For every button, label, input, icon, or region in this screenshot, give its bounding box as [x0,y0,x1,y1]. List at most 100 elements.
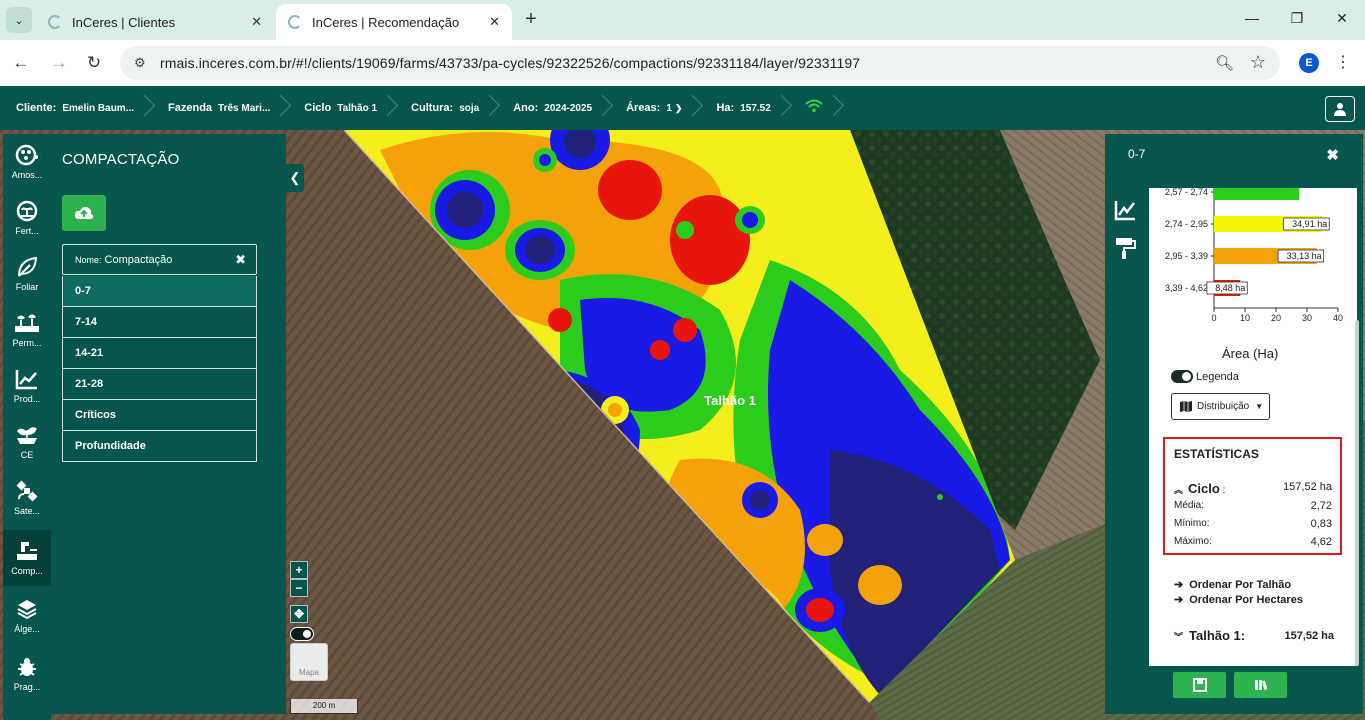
crumb-ano[interactable]: Ano: 2024-2025 [497,86,610,130]
rail-item-satellite[interactable]: Sate... [3,470,51,526]
close-icon[interactable]: ✕ [251,14,262,30]
details-side-tabs [1105,188,1149,666]
stat-label: Média: [1174,500,1205,511]
bookmark-star-icon[interactable]: ☆ [1250,52,1266,73]
browser-menu-icon[interactable]: ⋮ [1335,52,1351,72]
layers-icon [17,600,37,620]
rail-item-algae[interactable]: Álge... [3,588,51,644]
address-bar[interactable]: ⚙ rmais.inceres.com.br/#!/clients/19069/… [120,46,1280,80]
rail-label: Sate... [13,506,40,516]
chevron-down-icon: ❯ [674,102,683,113]
layer-item-7-14[interactable]: 7-14 [62,307,257,338]
rail-item-foliar[interactable]: Foliar [3,246,51,302]
restore-button[interactable]: ❐ [1287,10,1307,27]
layer-item-14-21[interactable]: 14-21 [62,338,257,369]
map-icon [1180,401,1192,412]
legend-toggle[interactable] [1171,370,1193,383]
layer-item-profundidade[interactable]: Profundidade [62,431,257,462]
save-icon [1192,678,1207,692]
stat-ciclo[interactable]: ︽ Ciclo : 157,52 ha [1174,481,1332,496]
stat-label: Ciclo [1188,481,1220,496]
zoom-out-button[interactable]: − [290,579,308,597]
chart-line-icon [1114,201,1135,221]
crumb-ciclo[interactable]: Ciclo Talhão 1 [288,86,395,130]
rail-item-sampling[interactable]: Amos... [3,134,51,190]
tab-recomendacao[interactable]: InCeres | Recomendação ✕ [276,4,512,40]
fertility-icon [16,200,38,222]
rail-label: Amos... [11,170,43,180]
zoom-icon[interactable]: 🔍︎ [1215,54,1234,72]
stat-value: 2,72 [1310,500,1332,512]
crumb-label: Fazenda [168,102,213,114]
style-tab[interactable] [1113,236,1137,260]
layer-item-0-7[interactable]: 0-7 [62,276,257,307]
layer-item-21-28[interactable]: 21-28 [62,369,257,400]
order-by-field-link[interactable]: ➔ Ordenar Por Talhão [1174,578,1291,591]
user-menu-button[interactable] [1325,96,1355,122]
crumb-value: Emelin Baum... [62,102,135,114]
leaf-icon [18,256,38,277]
rail-label: CE [20,450,34,460]
rail-label: Álge... [14,624,40,634]
close-icon[interactable]: ✕ [489,14,500,30]
tab-strip: ⌄ InCeres | Clientes ✕ InCeres | Recomen… [0,0,1365,40]
crumb-label: Cliente: [16,102,57,114]
crumb-areas[interactable]: Áreas: 1 ❯ [610,86,700,130]
back-button[interactable]: ← [10,52,32,74]
basemap-thumbnail[interactable]: Mapa [290,643,328,681]
minimize-button[interactable]: — [1242,10,1262,26]
tab-search-button[interactable]: ⌄ [6,7,32,33]
collapse-panel-button[interactable]: ❮ [286,164,304,192]
stat-label: Mínimo: [1174,518,1210,529]
legend-label: Legenda [1196,371,1239,383]
chevron-up-icon: ︽ [1174,485,1184,495]
distribution-dropdown[interactable]: Distribuição ▼ [1171,393,1270,420]
close-window-button[interactable]: ✕ [1332,10,1352,27]
tab-clientes[interactable]: InCeres | Clientes ✕ [36,4,274,40]
close-icon[interactable]: ✖ [1326,146,1339,164]
save-button[interactable] [1173,672,1226,698]
crumb-cultura[interactable]: Cultura: soja [395,86,497,130]
name-value: Compactação [104,253,173,266]
rail-item-productivity[interactable]: Prod... [3,358,51,414]
rail-label: Prag... [13,682,41,692]
pan-button[interactable]: ✥ [290,605,308,623]
profile-avatar[interactable]: E [1299,53,1319,73]
layer-name-field[interactable]: Nome: Compactação ✖ [62,244,257,275]
reload-button[interactable]: ↻ [83,52,105,74]
chart-tab[interactable] [1113,198,1137,222]
map-toggle[interactable] [290,627,314,641]
upload-button[interactable] [62,195,106,231]
close-icon[interactable]: ✖ [235,252,246,268]
rail-item-fertility[interactable]: Fert... [3,190,51,246]
details-scrollbar[interactable] [1355,320,1359,666]
rail-item-compaction[interactable]: Comp... [3,530,51,586]
forward-button[interactable]: → [48,52,70,74]
bar-value-label: 34,91 ha [1292,219,1327,229]
site-settings-icon[interactable]: ⚙ [134,55,150,71]
stat-minimo: Mínimo: 0,83 [1174,518,1332,530]
stat-label: Máximo: [1174,536,1212,547]
inceres-favicon-icon [288,15,302,29]
app-header-breadcrumb: Cliente: Emelin Baum... Fazenda Três Mari.… [0,86,1365,130]
library-button[interactable] [1234,672,1287,698]
tab-title: InCeres | Recomendação [312,14,460,30]
x-tick-label: 10 [1240,313,1250,323]
rail-item-permanent[interactable]: Perm... [3,302,51,358]
stat-value: 157,52 ha [1283,481,1332,493]
order-by-hectares-link[interactable]: ➔ Ordenar Por Hectares [1174,593,1303,606]
crumb-cliente[interactable]: Cliente: Emelin Baum... [0,86,152,130]
zoom-in-button[interactable]: + [290,561,308,579]
chevron-down-icon: ︾ [1174,632,1184,642]
productivity-icon [15,370,37,390]
new-tab-button[interactable]: + [520,8,542,30]
rail-item-ce[interactable]: CE [3,414,51,470]
layer-item-criticos[interactable]: Críticos [62,400,257,431]
field-total-row[interactable]: ︾ Talhão 1: 157,52 ha [1174,628,1334,643]
crumb-fazenda[interactable]: Fazenda Três Mari... [152,86,288,130]
paint-roller-icon [1116,238,1136,259]
inceres-favicon-icon [48,15,62,29]
rail-label: Foliar [15,282,39,292]
rail-item-pests[interactable]: Prag... [3,646,51,702]
crumb-value: 157.52 [740,102,771,114]
